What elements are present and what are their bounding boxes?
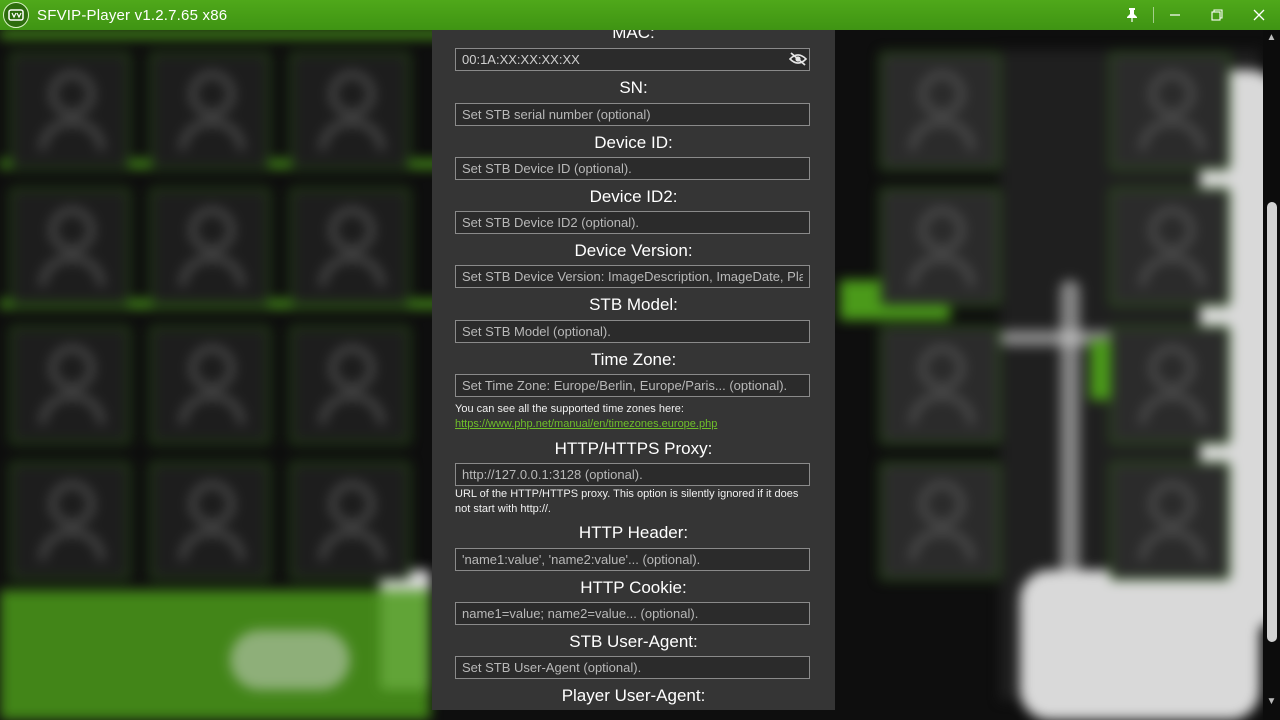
blurred-tile	[1110, 52, 1230, 170]
close-icon	[1253, 9, 1265, 21]
scrollbar-thumb[interactable]	[1267, 202, 1277, 642]
stb-model-input[interactable]	[455, 320, 810, 343]
blurred-tile	[880, 462, 1000, 580]
stb-settings-panel: MAC: SN: Device ID: Device ID2: Device V…	[432, 30, 835, 710]
blurred-tile	[880, 188, 1000, 306]
http-header-label: HTTP Header:	[578, 523, 689, 542]
blurred-tile	[10, 52, 130, 170]
vertical-scrollbar[interactable]: ▲ ▼	[1263, 30, 1280, 720]
time-zone-link[interactable]: https://www.php.net/manual/en/timezones.…	[455, 417, 815, 432]
stb-user-agent-label: STB User-Agent:	[569, 632, 698, 651]
blurred-tile	[150, 188, 270, 306]
blurred-tile	[290, 326, 410, 444]
device-version-input[interactable]	[455, 265, 810, 288]
sn-input[interactable]	[455, 103, 810, 126]
blurred-tile	[1110, 326, 1230, 444]
device-id-label: Device ID:	[594, 133, 673, 152]
device-id2-input[interactable]	[455, 211, 810, 234]
time-zone-label: Time Zone:	[590, 350, 677, 369]
stb-user-agent-input[interactable]	[455, 656, 810, 679]
eye-slash-icon[interactable]	[789, 52, 807, 66]
blurred-tile	[10, 462, 130, 580]
maximize-button[interactable]	[1196, 0, 1238, 30]
player-user-agent-label: Player User-Agent:	[561, 686, 706, 705]
pin-button[interactable]	[1111, 0, 1153, 30]
blurred-tile	[290, 52, 410, 170]
mac-label: MAC:	[612, 30, 655, 42]
scroll-down-icon[interactable]: ▼	[1266, 696, 1277, 707]
blurred-tile	[1110, 188, 1230, 306]
app-logo-icon	[3, 2, 29, 28]
window-title: SFVIP-Player v1.2.7.65 x86	[37, 6, 228, 24]
maximize-icon	[1211, 9, 1223, 21]
blurred-tile	[290, 188, 410, 306]
time-zone-help-text: You can see all the supported time zones…	[455, 403, 684, 415]
minimize-icon	[1170, 14, 1180, 16]
title-bar[interactable]: SFVIP-Player v1.2.7.65 x86	[0, 0, 1280, 30]
blurred-tile	[880, 52, 1000, 170]
device-id-input[interactable]	[455, 157, 810, 180]
blurred-tile	[150, 462, 270, 580]
pin-icon	[1127, 8, 1137, 22]
stb-model-label: STB Model:	[589, 295, 678, 314]
proxy-help: URL of the HTTP/HTTPS proxy. This option…	[455, 488, 799, 515]
minimize-button[interactable]	[1154, 0, 1196, 30]
device-id2-label: Device ID2:	[589, 187, 678, 206]
blurred-tile	[290, 462, 410, 580]
http-header-input[interactable]	[455, 548, 810, 571]
blurred-tile	[880, 326, 1000, 444]
time-zone-help: You can see all the supported time zones…	[455, 402, 815, 432]
close-button[interactable]	[1238, 0, 1280, 30]
proxy-input[interactable]	[455, 463, 810, 486]
blurred-tile	[1110, 462, 1230, 580]
time-zone-input[interactable]	[455, 374, 810, 397]
http-cookie-label: HTTP Cookie:	[580, 578, 687, 597]
scroll-up-icon[interactable]: ▲	[1266, 32, 1277, 43]
device-version-label: Device Version:	[574, 241, 693, 260]
blurred-tile	[150, 326, 270, 444]
blurred-tile	[150, 52, 270, 170]
http-cookie-input[interactable]	[455, 602, 810, 625]
sn-label: SN:	[619, 78, 648, 97]
proxy-label: HTTP/HTTPS Proxy:	[554, 439, 713, 458]
mac-input[interactable]	[455, 48, 810, 71]
blurred-tile	[10, 188, 130, 306]
blurred-tile	[10, 326, 130, 444]
